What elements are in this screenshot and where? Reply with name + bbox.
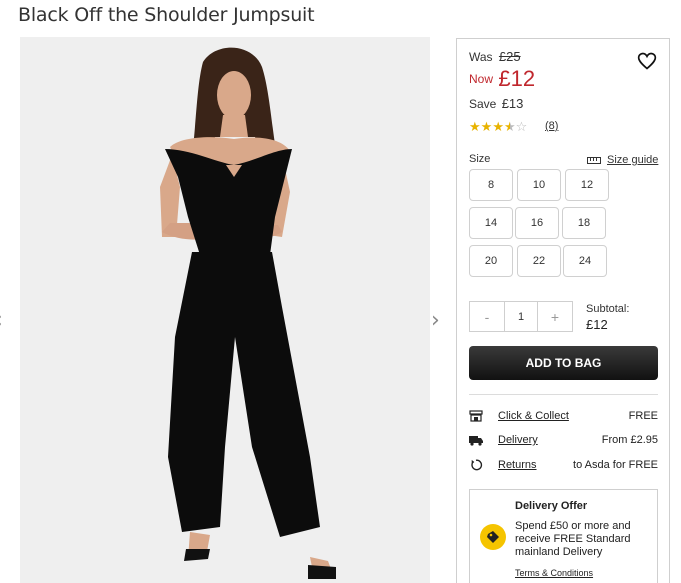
subtotal-label: Subtotal: bbox=[586, 303, 630, 315]
click-collect-value: FREE bbox=[628, 410, 658, 422]
returns-link[interactable]: Returns bbox=[498, 459, 537, 471]
divider bbox=[469, 394, 658, 395]
now-label: Now bbox=[469, 72, 494, 86]
carousel-prev-button[interactable]: ‹ bbox=[0, 308, 3, 333]
size-label: Size bbox=[469, 153, 491, 165]
was-label: Was bbox=[469, 50, 493, 64]
carousel-next-button[interactable]: › bbox=[431, 308, 440, 333]
half-star-icon: ★ bbox=[503, 119, 516, 134]
quantity-stepper: - 1 + bbox=[469, 301, 573, 332]
delivery-offer-box: Delivery Offer Spend £50 or more and rec… bbox=[469, 489, 658, 583]
size-option[interactable]: 8 bbox=[469, 169, 513, 201]
size-option[interactable]: 14 bbox=[469, 207, 513, 239]
store-icon bbox=[469, 410, 483, 422]
delivery-row-returns: Returns to Asda for FREE bbox=[469, 458, 658, 474]
model-illustration bbox=[20, 37, 430, 583]
subtotal-value: £12 bbox=[586, 317, 608, 332]
wishlist-heart-icon[interactable] bbox=[637, 51, 657, 71]
size-option[interactable]: 12 bbox=[565, 169, 609, 201]
now-price: Now £12 bbox=[469, 66, 535, 92]
size-option[interactable]: 10 bbox=[517, 169, 561, 201]
ruler-icon bbox=[587, 156, 601, 164]
star-rating: ★★★★☆ bbox=[469, 119, 527, 135]
add-to-bag-button[interactable]: ADD TO BAG bbox=[469, 346, 658, 380]
star-icon: ★ bbox=[469, 119, 481, 134]
now-value: £12 bbox=[498, 66, 536, 91]
page-title: Black Off the Shoulder Jumpsuit bbox=[18, 4, 315, 26]
returns-value: to Asda for FREE bbox=[573, 459, 658, 471]
star-icon: ★ bbox=[480, 119, 493, 134]
size-option[interactable]: 20 bbox=[469, 245, 513, 277]
save-price: Save £13 bbox=[469, 96, 523, 111]
was-price: Was £25 bbox=[469, 49, 521, 64]
size-guide-link[interactable]: Size guide bbox=[587, 154, 658, 166]
size-option[interactable]: 24 bbox=[563, 245, 607, 277]
star-icon: ★ bbox=[492, 119, 504, 134]
tag-icon bbox=[480, 524, 506, 550]
product-image[interactable] bbox=[20, 37, 430, 583]
save-label: Save bbox=[469, 97, 497, 111]
offer-text: Spend £50 or more and receive FREE Stand… bbox=[515, 520, 631, 558]
offer-title: Delivery Offer bbox=[515, 500, 588, 512]
save-value: £13 bbox=[501, 96, 524, 111]
delivery-row-click-collect: Click & Collect FREE bbox=[469, 409, 658, 425]
size-option[interactable]: 22 bbox=[517, 245, 561, 277]
quantity-increase-button[interactable]: + bbox=[538, 302, 572, 331]
was-value: £25 bbox=[498, 49, 521, 64]
return-icon bbox=[471, 459, 483, 471]
truck-icon bbox=[469, 436, 483, 446]
terms-link[interactable]: Terms & Conditions bbox=[515, 568, 593, 578]
size-option[interactable]: 16 bbox=[515, 207, 559, 239]
size-guide-label: Size guide bbox=[607, 154, 659, 166]
review-count-link[interactable]: (8) bbox=[545, 120, 558, 132]
quantity-decrease-button[interactable]: - bbox=[470, 302, 504, 331]
delivery-link[interactable]: Delivery bbox=[498, 434, 538, 446]
click-collect-link[interactable]: Click & Collect bbox=[498, 410, 569, 422]
delivery-row-delivery: Delivery From £2.95 bbox=[469, 433, 658, 449]
quantity-input[interactable]: 1 bbox=[504, 302, 538, 331]
delivery-value: From £2.95 bbox=[601, 434, 658, 446]
purchase-panel: Was £25 Now £12 Save £13 ★★★★☆ (8) Size … bbox=[456, 38, 670, 583]
empty-star-icon: ☆ bbox=[515, 119, 528, 134]
size-option[interactable]: 18 bbox=[562, 207, 606, 239]
